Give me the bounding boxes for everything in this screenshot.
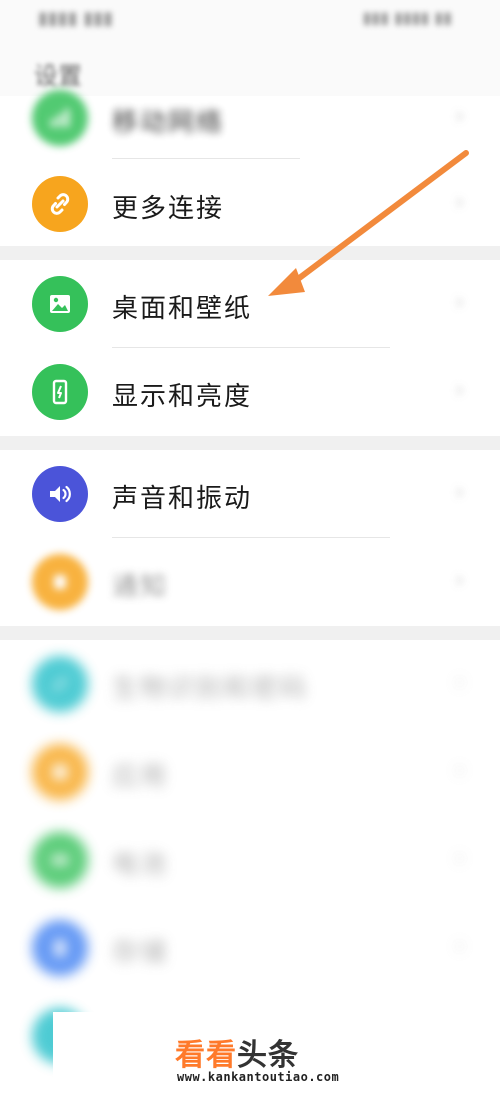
bell-icon — [32, 554, 88, 610]
mobile-network-icon — [32, 90, 88, 146]
watermark: 看看头条 www.kankantoutiao.com — [53, 1012, 500, 1111]
status-bar: ▮▮▮▮ ▮▮▮ ▮▮▮ ▮▮▮▮ ▮▮ — [0, 0, 500, 40]
chevron-right-icon: › — [455, 670, 464, 695]
settings-item-biometrics-password[interactable]: 生物识别和密码 › — [0, 640, 500, 728]
status-left: ▮▮▮▮ ▮▮▮ — [38, 8, 114, 29]
settings-item-storage[interactable]: 存储 › — [0, 904, 500, 992]
settings-item-label: 生物识别和密码 — [112, 674, 309, 704]
phone-brightness-icon — [32, 364, 88, 420]
watermark-title-dark: 头条 — [237, 1038, 299, 1073]
chevron-right-icon: › — [455, 758, 464, 783]
storage-icon — [32, 920, 88, 976]
settings-item-more-connections[interactable]: 更多连接 › — [0, 160, 500, 248]
settings-item-notifications[interactable]: 通知 › — [0, 538, 500, 626]
battery-icon — [32, 832, 88, 888]
chevron-right-icon: › — [455, 480, 464, 505]
chevron-right-icon: › — [455, 568, 464, 593]
settings-item-label: 桌面和壁纸 — [112, 294, 253, 324]
group-separator — [0, 436, 500, 450]
settings-item-label: 通知 — [112, 572, 169, 602]
settings-item-display-brightness[interactable]: 显示和亮度 › — [0, 348, 500, 436]
link-icon — [32, 176, 88, 232]
chevron-right-icon: › — [455, 378, 464, 403]
divider — [112, 158, 300, 159]
group-separator — [0, 246, 500, 260]
settings-item-desktop-wallpaper[interactable]: 桌面和壁纸 › — [0, 260, 500, 348]
settings-item-mobile-network[interactable]: 移动网络 › — [0, 74, 500, 162]
settings-item-label: 移动网络 — [112, 108, 225, 138]
settings-item-label: 更多连接 — [112, 194, 225, 224]
chevron-right-icon: › — [455, 290, 464, 315]
settings-item-label: 显示和亮度 — [112, 382, 253, 412]
settings-item-apps[interactable]: 应用 › — [0, 728, 500, 816]
settings-item-label: 存储 — [112, 938, 169, 968]
apps-icon — [32, 744, 88, 800]
group-separator — [0, 626, 500, 640]
watermark-url: www.kankantoutiao.com — [177, 1070, 340, 1084]
settings-item-sound-vibration[interactable]: 声音和振动 › — [0, 450, 500, 538]
status-right: ▮▮▮ ▮▮▮▮ ▮▮ — [362, 8, 452, 27]
image-icon — [32, 276, 88, 332]
key-icon — [32, 656, 88, 712]
settings-item-label: 应用 — [112, 762, 169, 792]
settings-item-label: 声音和振动 — [112, 484, 253, 514]
settings-item-battery[interactable]: 电池 › — [0, 816, 500, 904]
watermark-title-orange: 看看 — [175, 1038, 237, 1073]
speaker-icon — [32, 466, 88, 522]
chevron-right-icon: › — [455, 846, 464, 871]
watermark-title: 看看头条 — [175, 1030, 299, 1074]
settings-item-label: 电池 — [112, 850, 169, 880]
chevron-right-icon: › — [455, 190, 464, 215]
chevron-right-icon: › — [455, 934, 464, 959]
chevron-right-icon: › — [455, 104, 464, 129]
